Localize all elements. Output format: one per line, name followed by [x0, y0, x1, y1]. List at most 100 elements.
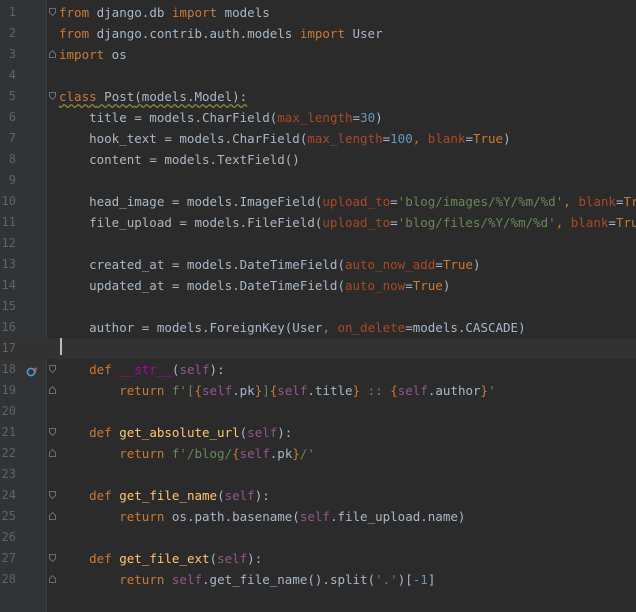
- code-text[interactable]: author = models.ForeignKey(User, on_dele…: [59, 317, 526, 338]
- code-token: self: [202, 383, 233, 398]
- fold-start-icon[interactable]: [49, 92, 56, 100]
- code-line[interactable]: 16 author = models.ForeignKey(User, on_d…: [0, 317, 636, 338]
- code-text[interactable]: updated_at = models.DateTimeField(auto_n…: [59, 275, 450, 296]
- code-token: ,: [555, 215, 571, 230]
- code-text[interactable]: from django.db import models: [59, 2, 270, 23]
- code-line[interactable]: 18 def __str__(self):: [0, 359, 636, 380]
- code-line[interactable]: 3 import os: [0, 44, 636, 65]
- code-text[interactable]: def get_absolute_url(self):: [59, 422, 292, 443]
- code-line[interactable]: 17: [0, 338, 636, 359]
- code-line[interactable]: 1 from django.db import models: [0, 2, 636, 23]
- code-line[interactable]: 26: [0, 527, 636, 548]
- code-line[interactable]: 10 head_image = models.ImageField(upload…: [0, 191, 636, 212]
- code-token: self: [277, 383, 308, 398]
- code-token: title = models.: [59, 110, 202, 125]
- code-text[interactable]: return os.path.basename(self.file_upload…: [59, 506, 465, 527]
- code-line[interactable]: 22 return f'/blog/{self.pk}/': [0, 443, 636, 464]
- code-line[interactable]: 20: [0, 401, 636, 422]
- fold-start-icon[interactable]: [49, 554, 56, 562]
- code-line[interactable]: 21 def get_absolute_url(self):: [0, 422, 636, 443]
- code-token: f'[: [171, 383, 195, 398]
- code-editor[interactable]: 1 from django.db import models 2 from djang…: [0, 0, 636, 612]
- code-token: on_delete: [337, 320, 406, 335]
- text-caret: [60, 338, 62, 355]
- code-text[interactable]: def get_file_ext(self):: [59, 548, 262, 569]
- code-token: =: [465, 131, 473, 146]
- code-text[interactable]: class Post(models.Model):: [59, 86, 247, 107]
- code-token: }: [292, 446, 300, 461]
- fold-start-icon[interactable]: [49, 365, 56, 373]
- code-token: self: [224, 488, 255, 503]
- code-token: (models.Model):: [134, 89, 248, 104]
- fold-end-icon[interactable]: [49, 386, 56, 394]
- code-text[interactable]: created_at = models.DateTimeField(auto_n…: [59, 254, 480, 275]
- line-number: 19: [1, 383, 16, 397]
- code-token: }: [480, 383, 489, 398]
- code-line[interactable]: 28 return self.get_file_name().split('.'…: [0, 569, 636, 590]
- code-token: return: [119, 446, 165, 461]
- code-text[interactable]: title = models.CharField(max_length=30): [59, 107, 383, 128]
- line-number: 25: [1, 509, 16, 523]
- code-token-group: class Post(models.Model):: [59, 89, 247, 104]
- fold-start-icon[interactable]: [49, 491, 56, 499]
- code-text[interactable]: content = models.TextField(): [59, 149, 300, 170]
- code-line[interactable]: 23: [0, 464, 636, 485]
- code-line[interactable]: 25 return os.path.basename(self.file_upl…: [0, 506, 636, 527]
- code-line[interactable]: 27 def get_file_ext(self):: [0, 548, 636, 569]
- code-token: ,: [412, 131, 428, 146]
- code-line[interactable]: 5 class Post(models.Model):: [0, 86, 636, 107]
- fold-end-icon[interactable]: [49, 449, 56, 457]
- fold-end-icon[interactable]: [49, 575, 56, 583]
- code-line[interactable]: 14 updated_at = models.DateTimeField(aut…: [0, 275, 636, 296]
- code-line[interactable]: 15: [0, 296, 636, 317]
- code-text[interactable]: def get_file_name(self):: [59, 485, 270, 506]
- code-text[interactable]: from django.contrib.auth.models import U…: [59, 23, 383, 44]
- fold-start-icon[interactable]: [49, 8, 56, 16]
- fold-start-icon[interactable]: [49, 428, 56, 436]
- code-line[interactable]: 12: [0, 233, 636, 254]
- code-line[interactable]: 6 title = models.CharField(max_length=30…: [0, 107, 636, 128]
- code-line[interactable]: 2 from django.contrib.auth.models import …: [0, 23, 636, 44]
- line-number: 16: [1, 320, 16, 334]
- line-number: 13: [1, 257, 16, 271]
- code-token: max_length: [307, 131, 383, 146]
- code-token: def: [89, 551, 112, 566]
- code-text[interactable]: head_image = models.ImageField(upload_to…: [59, 191, 636, 212]
- code-token: ): [472, 257, 481, 272]
- code-text[interactable]: import os: [59, 44, 127, 65]
- code-text[interactable]: return self.get_file_name().split('.')[-…: [59, 569, 435, 590]
- code-text[interactable]: file_upload = models.FileField(upload_to…: [59, 212, 636, 233]
- line-number: 27: [1, 551, 16, 565]
- code-line[interactable]: 19 return f'[{self.pk}]{self.title} :: {…: [0, 380, 636, 401]
- code-token: 'blog/images/%Y/%m/%d': [397, 194, 564, 209]
- code-text[interactable]: hook_text = models.CharField(max_length =…: [59, 128, 511, 149]
- code-token: }: [352, 383, 361, 398]
- code-line[interactable]: 4: [0, 65, 636, 86]
- code-text[interactable]: def __str__(self):: [59, 359, 225, 380]
- code-line[interactable]: 8 content = models.TextField(): [0, 149, 636, 170]
- code-token: )[: [397, 572, 413, 587]
- fold-end-icon[interactable]: [49, 50, 56, 58]
- code-line[interactable]: 24 def get_file_name(self):: [0, 485, 636, 506]
- line-number: 8: [8, 152, 16, 166]
- code-line[interactable]: 7 hook_text = models.CharField(max_lengt…: [0, 128, 636, 149]
- override-method-icon[interactable]: [26, 363, 38, 377]
- code-token: True: [623, 194, 636, 209]
- line-number: 6: [8, 110, 16, 124]
- code-text[interactable]: return f'[{self.pk}]{self.title} :: {sel…: [59, 380, 496, 401]
- code-token: content = models.TextField(): [59, 152, 300, 167]
- line-number: 3: [8, 47, 16, 61]
- fold-end-icon[interactable]: [49, 512, 56, 520]
- code-line[interactable]: 11 file_upload = models.FileField(upload…: [0, 212, 636, 233]
- line-number: 17: [1, 341, 16, 355]
- code-line[interactable]: 9: [0, 170, 636, 191]
- code-text[interactable]: return f'/blog/{self.pk}/': [59, 443, 315, 464]
- code-token: ': [488, 383, 496, 398]
- code-line[interactable]: 13 created_at = models.DateTimeField(aut…: [0, 254, 636, 275]
- code-token: created_at = models.DateTimeField(: [59, 257, 345, 272]
